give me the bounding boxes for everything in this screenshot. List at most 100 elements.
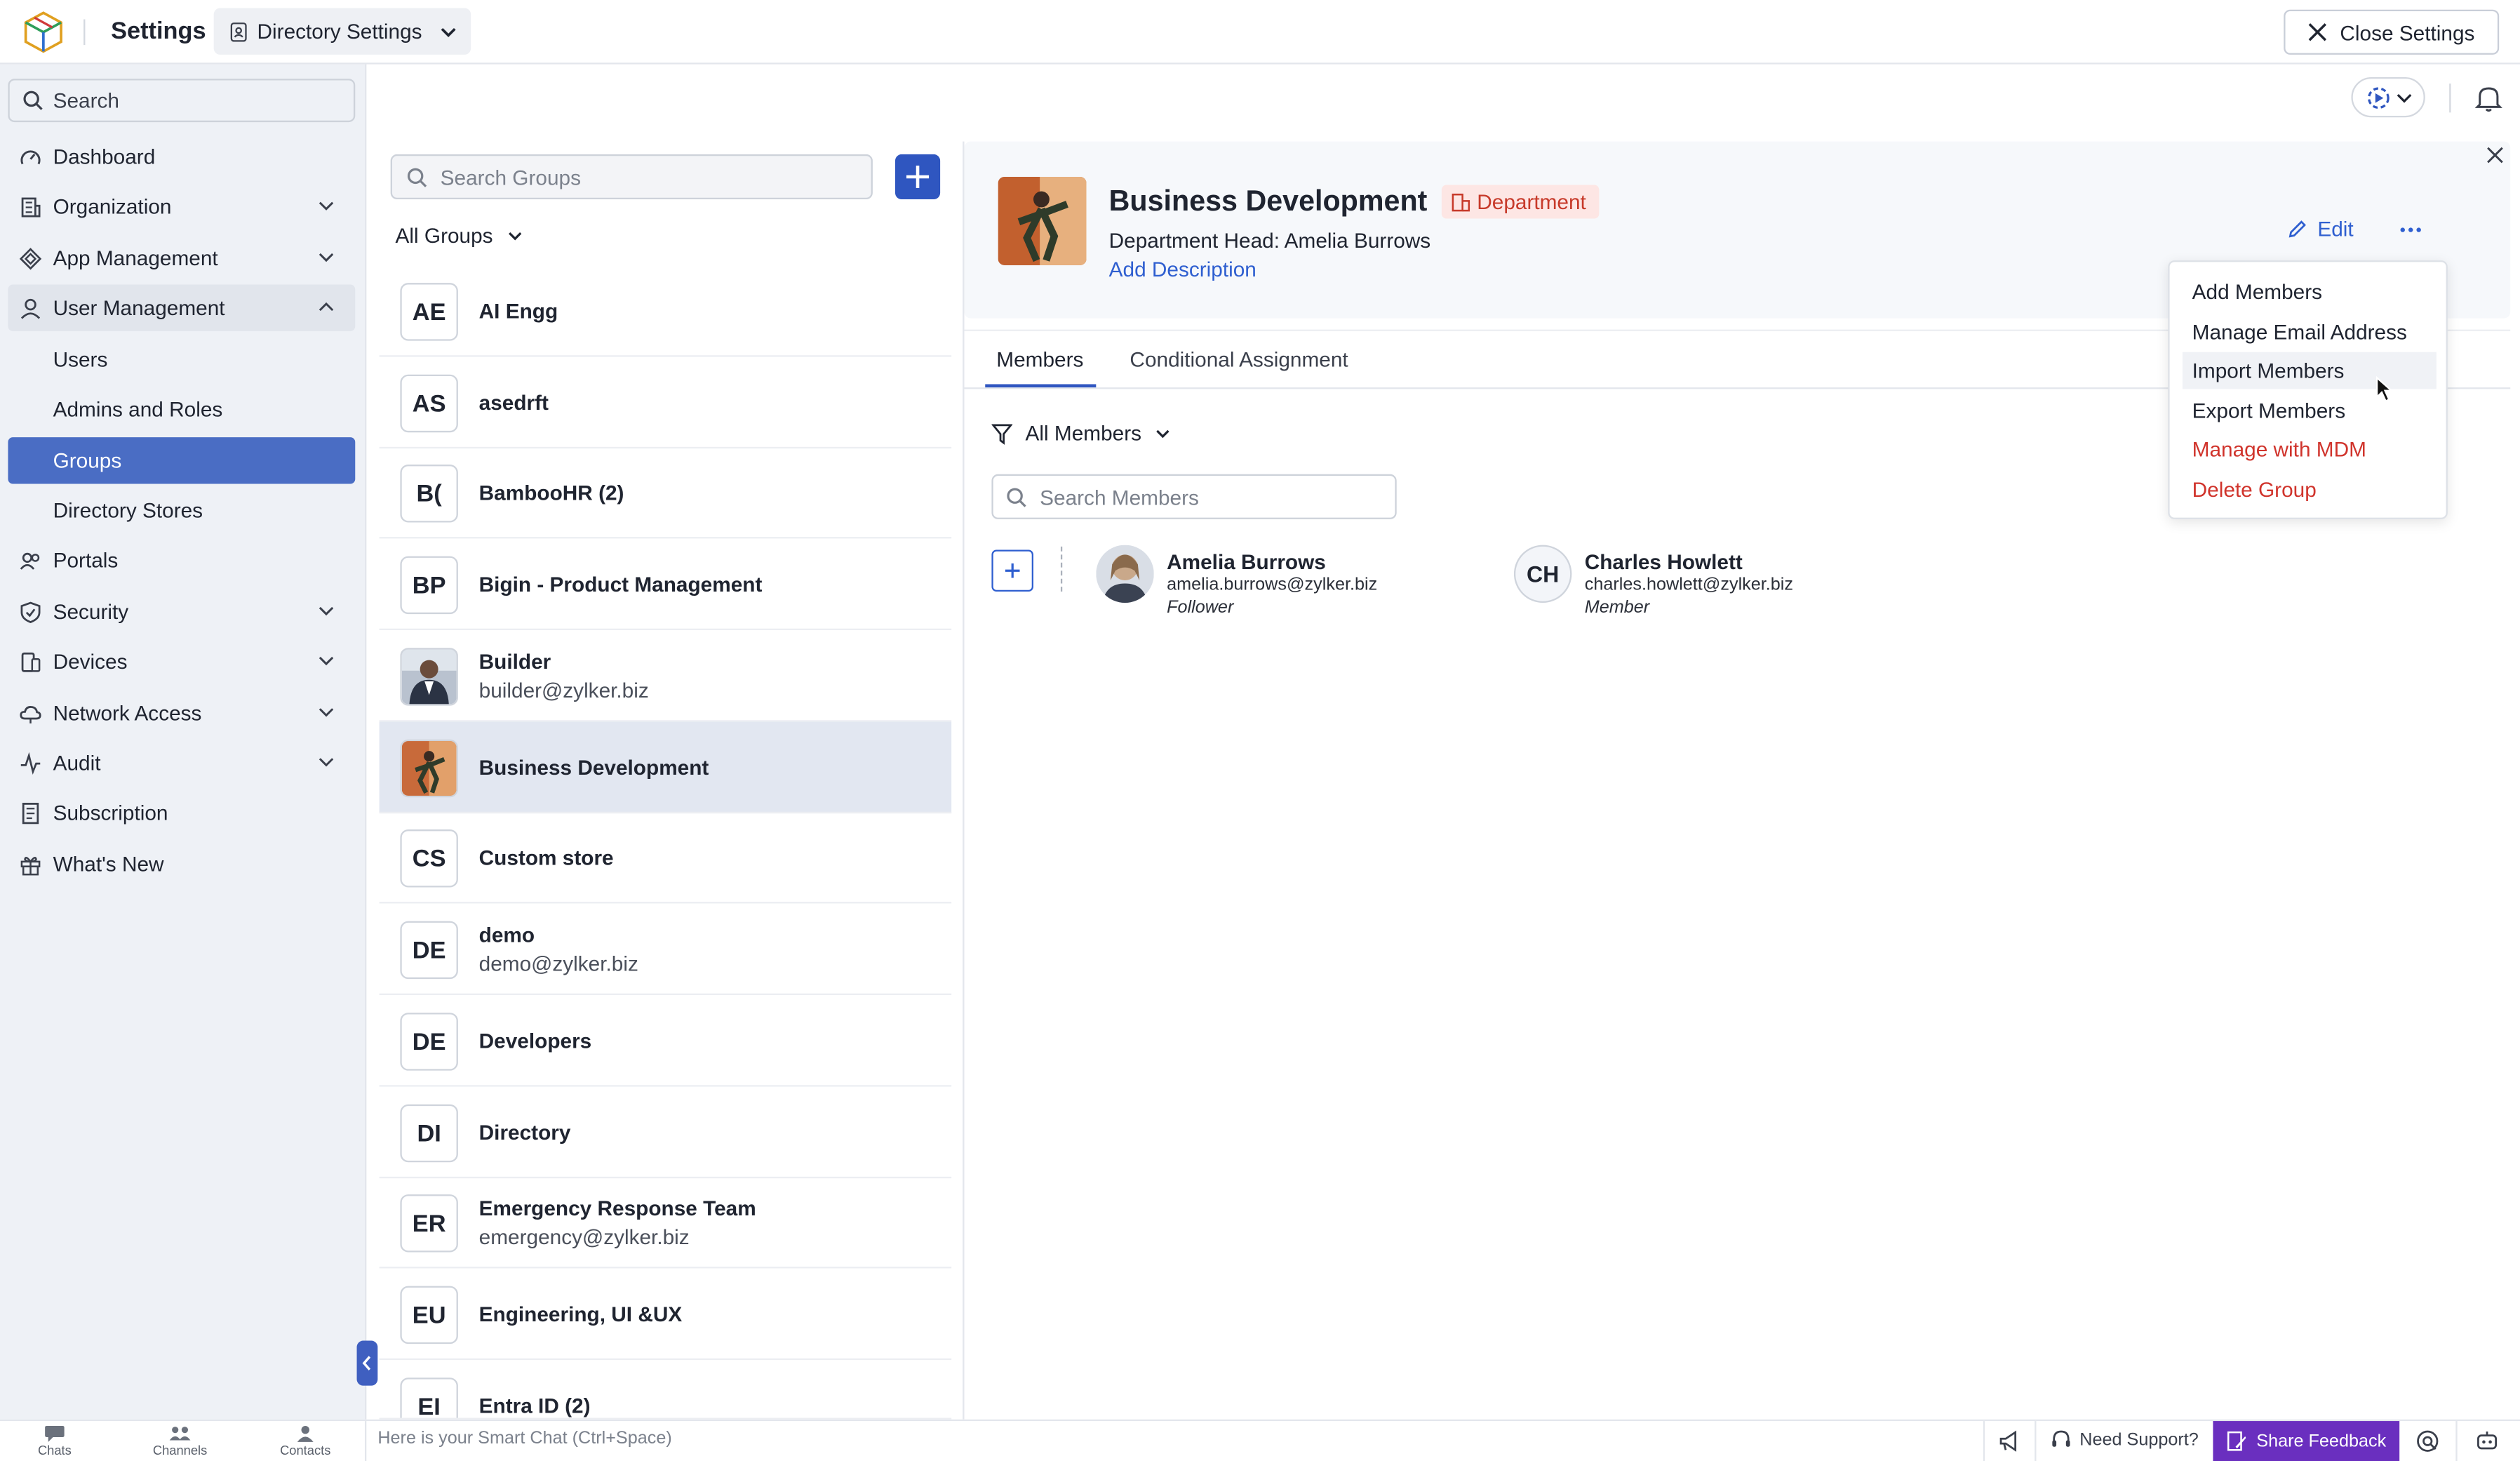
dancer-photo-icon bbox=[401, 741, 457, 796]
group-name: asedrft bbox=[478, 390, 549, 415]
member-email: amelia.burrows@zylker.biz bbox=[1167, 575, 1378, 595]
directory-settings-dropdown[interactable]: Directory Settings bbox=[213, 8, 471, 55]
sidebar-item-user-management[interactable]: User Management bbox=[8, 284, 356, 331]
group-row-engineering-ui-ux[interactable]: EU Engineering, UI &UX bbox=[379, 1268, 952, 1361]
sidebar-collapse-toggle[interactable] bbox=[356, 1340, 378, 1386]
group-name: Entra ID (2) bbox=[478, 1394, 591, 1418]
directory-settings-label: Directory Settings bbox=[257, 19, 422, 44]
group-row-entra-id[interactable]: EI Entra ID (2) bbox=[379, 1360, 952, 1420]
all-groups-label: All Groups bbox=[395, 223, 493, 248]
menu-item-export-members[interactable]: Export Members bbox=[2183, 392, 2437, 429]
chevron-down-icon bbox=[319, 708, 334, 717]
chats-tab[interactable]: Chats bbox=[22, 1425, 87, 1458]
group-avatar: B( bbox=[400, 465, 458, 523]
sidebar-item-dashboard[interactable]: Dashboard bbox=[8, 133, 355, 180]
cloud-icon bbox=[20, 705, 41, 723]
add-group-button[interactable] bbox=[894, 154, 941, 200]
member-search-input[interactable]: Search Members bbox=[991, 474, 1397, 519]
share-feedback-button[interactable]: Share Feedback bbox=[2213, 1421, 2400, 1461]
tab-members[interactable]: Members bbox=[996, 347, 1083, 371]
sidebar-item-organization[interactable]: Organization bbox=[8, 183, 355, 229]
member-name: Charles Howlett bbox=[1584, 549, 1743, 574]
department-head-name: Amelia Burrows bbox=[1284, 228, 1431, 253]
add-description-link[interactable]: Add Description bbox=[1109, 258, 1256, 281]
sidebar-item-network-access[interactable]: Network Access bbox=[8, 690, 355, 736]
business-development-photo bbox=[400, 739, 458, 798]
group-name: Builder bbox=[478, 649, 551, 674]
group-search-placeholder: Search Groups bbox=[440, 164, 581, 189]
sidebar-item-admins-and-roles[interactable]: Admins and Roles bbox=[8, 386, 355, 432]
menu-item-manage-with-mdm[interactable]: Manage with MDM bbox=[2183, 431, 2437, 468]
app-logo-icon[interactable] bbox=[22, 10, 65, 55]
sidebar-item-security[interactable]: Security bbox=[8, 588, 355, 634]
share-feedback-label: Share Feedback bbox=[2256, 1431, 2387, 1451]
group-row-custom-store[interactable]: CS Custom store bbox=[379, 812, 952, 904]
sidebar-item-subscription[interactable]: Subscription bbox=[8, 789, 355, 836]
menu-item-add-members[interactable]: Add Members bbox=[2183, 273, 2437, 310]
sidebar-item-audit[interactable]: Audit bbox=[8, 740, 355, 786]
sidebar-item-label: Portals bbox=[53, 548, 119, 573]
edit-button[interactable]: Edit bbox=[2287, 217, 2354, 241]
zia-search-icon[interactable] bbox=[2415, 1429, 2439, 1453]
announcement-icon[interactable] bbox=[1997, 1429, 2021, 1453]
contacts-tab[interactable]: Contacts bbox=[273, 1425, 337, 1458]
header-divider bbox=[2449, 84, 2451, 113]
receipt-icon bbox=[22, 801, 39, 824]
member-avatar[interactable] bbox=[1096, 545, 1154, 603]
sidebar-item-users[interactable]: Users bbox=[8, 336, 355, 382]
menu-item-delete-group[interactable]: Delete Group bbox=[2183, 471, 2437, 508]
group-avatar: AE bbox=[400, 283, 458, 341]
menu-item-import-members[interactable]: Import Members bbox=[2182, 352, 2437, 389]
group-row-demo[interactable]: DE demo demo@zylker.biz bbox=[379, 903, 952, 996]
group-row-bamboohr[interactable]: B( BambooHR (2) bbox=[379, 447, 952, 539]
menu-item-manage-email-address[interactable]: Manage Email Address bbox=[2183, 314, 2437, 351]
sidebar-item-groups[interactable]: Groups bbox=[8, 437, 356, 484]
sidebar-item-label: User Management bbox=[53, 295, 225, 320]
group-search-input[interactable]: Search Groups bbox=[390, 154, 873, 200]
group-row-directory[interactable]: DI Directory bbox=[379, 1087, 952, 1179]
channels-tab[interactable]: Channels bbox=[148, 1425, 213, 1458]
dancer-photo-icon bbox=[998, 176, 1087, 265]
member-filter-dropdown[interactable]: All Members bbox=[991, 421, 1172, 446]
group-email: emergency@zylker.biz bbox=[478, 1225, 690, 1249]
need-support-button[interactable]: Need Support? bbox=[2051, 1429, 2199, 1450]
more-options-icon[interactable] bbox=[2398, 220, 2424, 239]
group-row-developers[interactable]: DE Developers bbox=[379, 995, 952, 1087]
building-icon bbox=[21, 196, 41, 217]
top-bar: Settings Directory Settings Close Settin… bbox=[0, 0, 2520, 65]
group-row-bigin-product-management[interactable]: BP Bigin - Product Management bbox=[379, 538, 952, 630]
group-row-asedrft[interactable]: AS asedrft bbox=[379, 357, 952, 449]
close-settings-button[interactable]: Close Settings bbox=[2284, 9, 2500, 55]
add-member-button[interactable] bbox=[991, 549, 1033, 592]
close-icon[interactable] bbox=[2486, 146, 2504, 164]
bottom-bar: Chats Channels Contacts Here is your Sma… bbox=[0, 1419, 2520, 1461]
all-groups-filter[interactable]: All Groups bbox=[395, 223, 524, 248]
need-support-label: Need Support? bbox=[2079, 1429, 2199, 1450]
group-avatar: EI bbox=[400, 1377, 458, 1418]
sidebar-search-input[interactable]: Search bbox=[8, 79, 356, 123]
sidebar-item-devices[interactable]: Devices bbox=[8, 638, 355, 684]
contacts-icon bbox=[297, 1425, 314, 1442]
sidebar-item-portals[interactable]: Portals bbox=[8, 537, 355, 583]
group-name: Business Development bbox=[478, 755, 709, 780]
group-name: demo bbox=[478, 922, 535, 947]
sidebar-item-directory-stores[interactable]: Directory Stores bbox=[8, 487, 355, 533]
department-badge: Department bbox=[1441, 185, 1600, 219]
group-name: AI Engg bbox=[478, 299, 558, 323]
group-row-builder[interactable]: Builder builder@zylker.biz bbox=[379, 630, 952, 722]
smart-chat-input[interactable]: Here is your Smart Chat (Ctrl+Space) bbox=[377, 1429, 671, 1448]
sidebar-item-label: What's New bbox=[53, 852, 164, 876]
sidebar-item-whats-new[interactable]: What's New bbox=[8, 841, 355, 887]
group-row-ai-engg[interactable]: AE AI Engg bbox=[379, 265, 952, 357]
tab-conditional-assignment[interactable]: Conditional Assignment bbox=[1130, 347, 1348, 371]
presence-icon bbox=[2368, 87, 2390, 109]
sidebar-item-app-management[interactable]: App Management bbox=[8, 234, 355, 281]
group-row-emergency-response-team[interactable]: ER Emergency Response Team emergency@zyl… bbox=[379, 1177, 952, 1269]
member-avatar[interactable]: CH bbox=[1513, 545, 1572, 603]
group-row-business-development[interactable]: Business Development bbox=[379, 721, 952, 814]
bot-icon[interactable] bbox=[2475, 1429, 2499, 1453]
group-name: Developers bbox=[478, 1029, 592, 1053]
chevron-down-icon bbox=[440, 27, 455, 36]
bell-icon[interactable] bbox=[2474, 84, 2502, 112]
chevron-down-icon bbox=[508, 232, 521, 241]
